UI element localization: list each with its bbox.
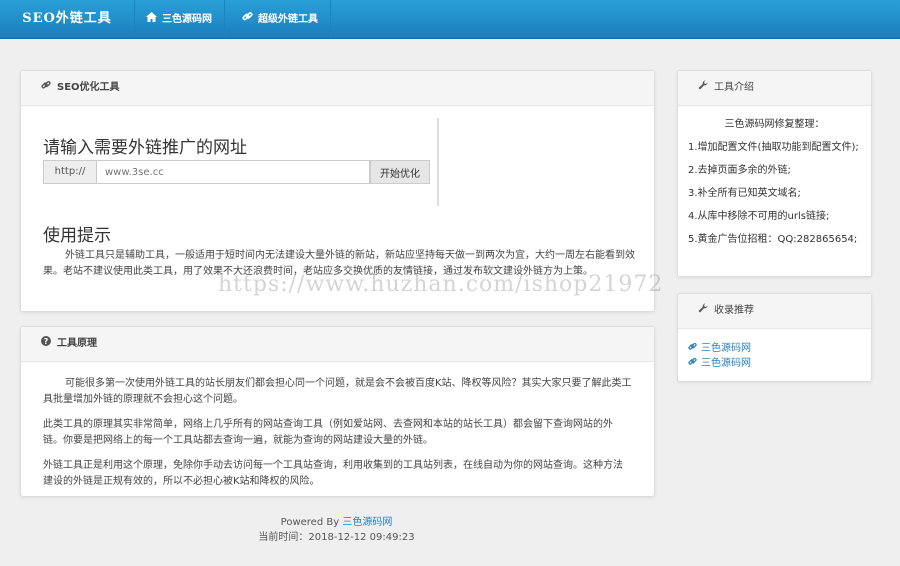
intro-line: 2.去掉页面多余的外链; — [688, 165, 791, 176]
svg-text:?: ? — [44, 337, 49, 346]
time-value: 2018-12-12 09:49:23 — [308, 532, 415, 543]
principle-body: 可能很多第一次使用外链工具的站长朋友们都会担心同一个问题，就是会不会被百度K站、… — [21, 362, 654, 490]
protocol-addon: http:// — [43, 160, 96, 184]
nav-link-home[interactable]: 三色源码网 — [134, 0, 225, 38]
principle-heading-label: 工具原理 — [57, 338, 97, 349]
link-icon — [688, 341, 697, 356]
footer-powered: Powered By 三色源码网 — [20, 513, 653, 528]
recommend-heading: 收录推荐 — [678, 294, 871, 329]
start-optimize-button[interactable]: 开始优化 — [370, 160, 430, 184]
seo-tool-heading: SEO优化工具 — [21, 71, 654, 106]
powered-by-text: Powered By — [280, 517, 340, 528]
powered-by-link[interactable]: 三色源码网 — [342, 517, 392, 528]
principle-paragraph: 可能很多第一次使用外链工具的站长朋友们都会担心同一个问题，就是会不会被百度K站、… — [43, 378, 632, 405]
home-icon — [146, 0, 157, 38]
link-icon — [242, 0, 253, 38]
seo-tool-heading-label: SEO优化工具 — [57, 82, 120, 93]
intro-body: 三色源码网修复整理： 1.增加配置文件(抽取功能到配置文件); 2.去掉页面多余… — [678, 106, 871, 247]
recommend-link-label: 三色源码网 — [701, 343, 751, 354]
recommend-panel: 收录推荐 三色源码网 三色源码网 — [677, 293, 872, 382]
question-circle-icon: ? — [41, 327, 51, 361]
tip-title: 使用提示 — [43, 226, 111, 246]
intro-line: 4.从库中移除不可用的urls链接; — [688, 211, 830, 222]
recommend-link-label: 三色源码网 — [701, 358, 751, 369]
brand-logo[interactable]: SEO外链工具 — [0, 0, 135, 38]
url-input[interactable] — [96, 160, 370, 184]
recommend-link[interactable]: 三色源码网 — [688, 356, 861, 371]
link-icon — [41, 71, 51, 105]
intro-panel: 工具介绍 三色源码网修复整理： 1.增加配置文件(抽取功能到配置文件); 2.去… — [677, 70, 872, 277]
nav-link-tool[interactable]: 超级外链工具 — [230, 0, 331, 38]
wrench-icon — [698, 71, 708, 105]
principle-heading: ? 工具原理 — [21, 327, 654, 362]
recommend-links: 三色源码网 三色源码网 — [678, 329, 871, 371]
intro-heading: 工具介绍 — [678, 71, 871, 106]
intro-line: 3.补全所有已知英文域名; — [688, 188, 801, 199]
nav-link-tool-label: 超级外链工具 — [258, 14, 318, 25]
time-label: 当前时间： — [258, 532, 309, 543]
vertical-divider — [437, 118, 439, 206]
intro-line: 1.增加配置文件(抽取功能到配置文件); — [688, 142, 859, 153]
footer-time: 当前时间：2018-12-12 09:49:23 — [20, 528, 653, 543]
nav-link-home-label: 三色源码网 — [162, 14, 212, 25]
intro-line: 三色源码网修复整理： — [724, 119, 825, 130]
intro-line: 5.黄金广告位招租：QQ:282865654; — [688, 234, 858, 245]
url-input-group: http:// 开始优化 — [43, 160, 430, 184]
recommend-heading-label: 收录推荐 — [714, 305, 754, 316]
intro-heading-label: 工具介绍 — [714, 82, 754, 93]
tip-text: 外链工具只是辅助工具，一般适用于短时间内无法建设大量外链的新站，新站应坚持每天做… — [43, 250, 635, 277]
link-icon — [688, 356, 697, 371]
top-navbar: SEO外链工具 三色源码网 超级外链工具 — [0, 0, 900, 39]
principle-paragraph: 外链工具正是利用这个原理，免除你手动去访问每一个工具站查询，利用收集到的工具站列… — [43, 460, 623, 487]
recommend-link[interactable]: 三色源码网 — [688, 341, 861, 356]
principle-paragraph: 此类工具的原理其实非常简单，网络上几乎所有的网站查询工具（例如爱站网、去查网和本… — [43, 419, 613, 446]
url-title: 请输入需要外链推广的网址 — [43, 138, 247, 158]
seo-tool-panel: SEO优化工具 请输入需要外链推广的网址 http:// 开始优化 使用提示 外… — [20, 70, 655, 312]
wrench-icon — [698, 294, 708, 328]
principle-panel: ? 工具原理 可能很多第一次使用外链工具的站长朋友们都会担心同一个问题，就是会不… — [20, 326, 655, 497]
